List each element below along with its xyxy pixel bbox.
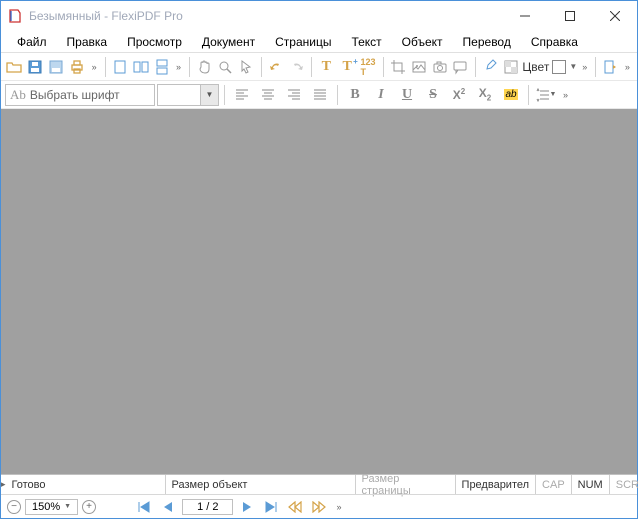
layout-double-button[interactable] — [131, 55, 150, 79]
redo-button[interactable] — [287, 55, 306, 79]
color-label: Цвет — [522, 60, 549, 74]
hand-tool-button[interactable] — [195, 55, 214, 79]
font-placeholder: Выбрать шрифт — [30, 88, 120, 102]
close-button[interactable] — [592, 1, 637, 31]
crop-button[interactable] — [388, 55, 407, 79]
zoom-in-button[interactable]: + — [82, 500, 96, 514]
toolbar-overflow-3[interactable]: » — [579, 62, 590, 72]
align-justify-button[interactable] — [308, 83, 332, 107]
menu-file[interactable]: Файл — [7, 32, 57, 52]
italic-button[interactable]: I — [369, 83, 393, 107]
save-as-button[interactable] — [47, 55, 66, 79]
toolbar-main: » » T T+ 123T Цвет ▼ » » — [1, 53, 637, 81]
prev-view-button[interactable] — [285, 498, 305, 516]
status-cap: CAP — [536, 475, 572, 494]
color-fill-button[interactable] — [502, 55, 521, 79]
print-button[interactable] — [68, 55, 87, 79]
font-size-select[interactable]: ▼ — [157, 84, 219, 106]
next-view-button[interactable] — [309, 498, 329, 516]
toolbar-overflow-4[interactable]: » — [622, 62, 633, 72]
status-bar: ▸ Готово Размер объект Размер страницы П… — [1, 474, 637, 494]
page-indicator[interactable]: 1 / 2 — [182, 499, 233, 515]
menu-translate[interactable]: Перевод — [453, 32, 521, 52]
highlight-button[interactable]: ab — [499, 83, 523, 107]
pointer-tool-button[interactable] — [237, 55, 256, 79]
nav-overflow[interactable]: » — [333, 502, 344, 512]
last-page-button[interactable] — [261, 498, 281, 516]
font-icon: Ab — [10, 87, 26, 103]
subscript-button[interactable]: X2 — [473, 83, 497, 107]
underline-button[interactable]: U — [395, 83, 419, 107]
line-spacing-button[interactable]: ▼ — [534, 83, 558, 107]
align-left-button[interactable] — [230, 83, 254, 107]
menu-pages[interactable]: Страницы — [265, 32, 341, 52]
dropdown-icon: ▼ — [200, 85, 218, 105]
title-bar: Безымянный - FlexiPDF Pro — [1, 1, 637, 31]
toolbar-overflow-5[interactable]: » — [560, 90, 571, 100]
color-box-icon — [552, 60, 566, 74]
menu-bar: Файл Правка Просмотр Документ Страницы Т… — [1, 31, 637, 53]
zoom-out-button[interactable]: − — [7, 500, 21, 514]
comment-button[interactable] — [451, 55, 470, 79]
eyedropper-button[interactable] — [481, 55, 500, 79]
font-select[interactable]: Ab Выбрать шрифт — [5, 84, 155, 106]
menu-edit[interactable]: Правка — [57, 32, 118, 52]
save-button[interactable] — [26, 55, 45, 79]
align-right-button[interactable] — [282, 83, 306, 107]
menu-view[interactable]: Просмотр — [117, 32, 192, 52]
export-button[interactable] — [601, 55, 620, 79]
toolbar-overflow-2[interactable]: » — [173, 62, 184, 72]
color-picker[interactable]: Цвет ▼ — [522, 60, 577, 74]
strike-button[interactable]: S — [421, 83, 445, 107]
open-button[interactable] — [5, 55, 24, 79]
maximize-button[interactable] — [547, 1, 592, 31]
image-button[interactable] — [409, 55, 428, 79]
text-plus-button[interactable]: T+ — [338, 55, 357, 79]
status-preview[interactable]: Предварител — [456, 475, 537, 494]
layout-continuous-button[interactable] — [152, 55, 171, 79]
layout-single-button[interactable] — [110, 55, 129, 79]
toolbar-overflow-1[interactable]: » — [89, 62, 100, 72]
first-page-button[interactable] — [134, 498, 154, 516]
status-scrl: SCRL — [610, 475, 638, 494]
camera-button[interactable] — [430, 55, 449, 79]
text-tool-button[interactable]: T — [317, 55, 336, 79]
next-page-button[interactable] — [237, 498, 257, 516]
app-icon — [7, 8, 23, 24]
menu-document[interactable]: Документ — [192, 32, 265, 52]
align-center-button[interactable] — [256, 83, 280, 107]
status-page-size: Размер страницы — [356, 475, 456, 494]
undo-button[interactable] — [266, 55, 285, 79]
status-num: NUM — [572, 475, 610, 494]
menu-text[interactable]: Текст — [341, 32, 391, 52]
menu-help[interactable]: Справка — [521, 32, 588, 52]
status-object-size: Размер объект — [166, 475, 356, 494]
nav-bar: − 150%▼ + 1 / 2 » — [1, 494, 637, 518]
zoom-tool-button[interactable] — [216, 55, 235, 79]
status-ready: Готово — [6, 475, 166, 494]
prev-page-button[interactable] — [158, 498, 178, 516]
superscript-button[interactable]: X2 — [447, 83, 471, 107]
menu-object[interactable]: Объект — [392, 32, 453, 52]
minimize-button[interactable] — [502, 1, 547, 31]
zoom-level[interactable]: 150%▼ — [25, 499, 78, 515]
toolbar-format: Ab Выбрать шрифт ▼ B I U S X2 X2 ab ▼ » — [1, 81, 637, 109]
text-number-button[interactable]: 123T — [359, 55, 378, 79]
window-title: Безымянный - FlexiPDF Pro — [29, 9, 502, 23]
bold-button[interactable]: B — [343, 83, 367, 107]
document-canvas[interactable] — [1, 109, 637, 474]
